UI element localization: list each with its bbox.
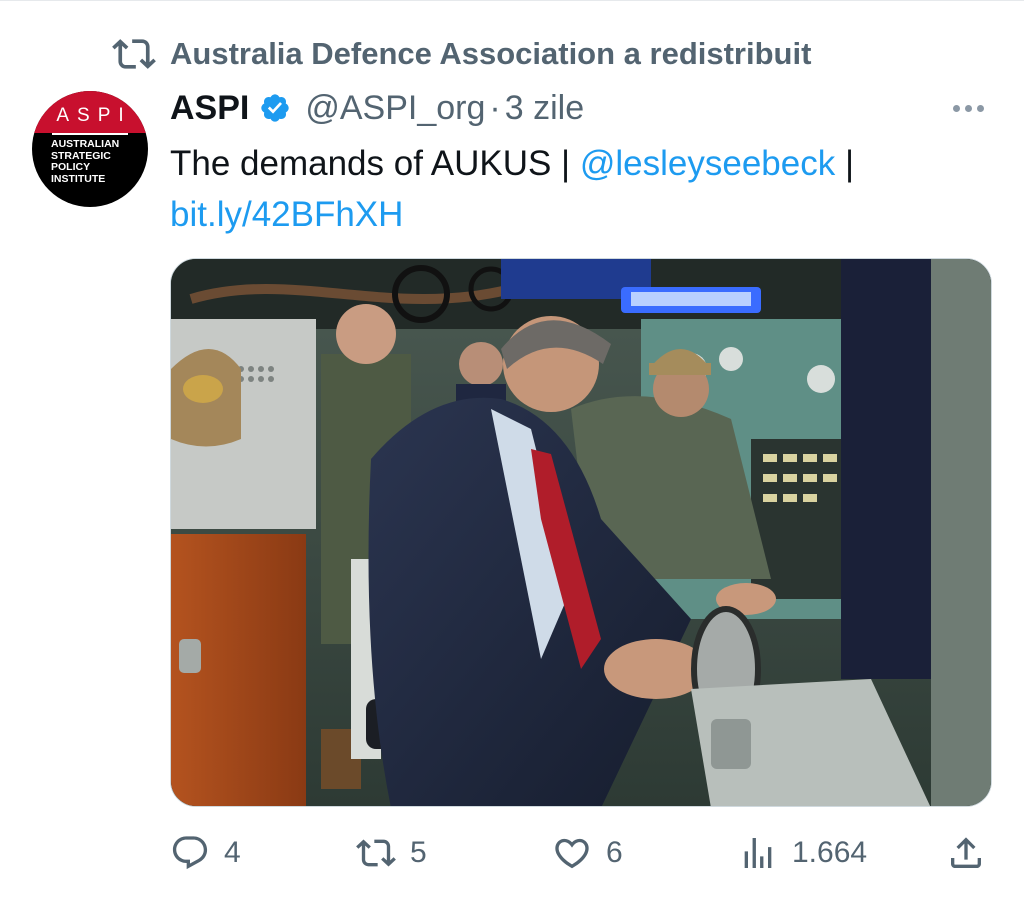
repost-button[interactable]: 5 xyxy=(356,830,427,876)
share-button[interactable] xyxy=(946,830,986,876)
reply-count: 4 xyxy=(224,836,241,869)
like-count: 6 xyxy=(606,836,623,869)
view-count: 1.664 xyxy=(792,836,868,869)
retweet-icon xyxy=(112,39,156,69)
reply-button[interactable]: 4 xyxy=(170,830,241,876)
avatar-divider xyxy=(52,133,128,135)
display-name[interactable]: ASPI xyxy=(170,89,249,128)
submarine-photo-illustration xyxy=(171,259,991,806)
top-divider xyxy=(0,0,1024,1)
views-button[interactable]: 1.664 xyxy=(738,830,867,876)
more-dot xyxy=(976,104,984,112)
action-bar: 4 5 6 1.664 xyxy=(0,830,1024,876)
url-link[interactable]: bit.ly/42BFhXH xyxy=(170,195,403,234)
avatar[interactable]: ASPI AUSTRALIAN STRATEGIC POLICY INSTITU… xyxy=(32,91,148,207)
timestamp[interactable]: 3 zile xyxy=(505,89,584,128)
tweet-text: The demands of AUKUS | @lesleyseebeck | … xyxy=(170,138,970,240)
tweet-photo[interactable] xyxy=(170,258,992,807)
more-dot xyxy=(952,104,960,112)
like-button[interactable]: 6 xyxy=(552,830,623,876)
avatar-line: INSTITUTE xyxy=(51,172,106,185)
reply-icon xyxy=(172,836,208,870)
verified-badge-icon[interactable] xyxy=(259,92,291,124)
share-icon xyxy=(951,837,981,868)
tweet-text-separator: | xyxy=(835,144,855,183)
mention-link[interactable]: @lesleyseebeck xyxy=(580,144,835,183)
heart-icon xyxy=(555,838,589,869)
tweet-header: ASPI @ASPI_org · 3 zile xyxy=(170,85,584,131)
avatar-name-lines: AUSTRALIAN STRATEGIC POLICY INSTITUTE xyxy=(51,138,141,185)
avatar-line: AUSTRALIAN xyxy=(51,138,120,150)
separator-dot: · xyxy=(489,88,501,127)
tweet-text-main: The demands of AUKUS | xyxy=(170,144,580,183)
more-options-icon[interactable] xyxy=(944,93,992,123)
repost-icon xyxy=(356,839,396,867)
analytics-icon xyxy=(744,838,772,868)
more-dot xyxy=(964,104,972,112)
avatar-abbr: ASPI xyxy=(56,105,132,126)
retweet-context[interactable]: Australia Defence Association a redistri… xyxy=(112,32,811,76)
handle[interactable]: @ASPI_org xyxy=(305,89,485,128)
retweet-context-text: Australia Defence Association a redistri… xyxy=(170,36,812,71)
avatar-line: POLICY xyxy=(51,161,91,173)
repost-count: 5 xyxy=(410,836,427,869)
